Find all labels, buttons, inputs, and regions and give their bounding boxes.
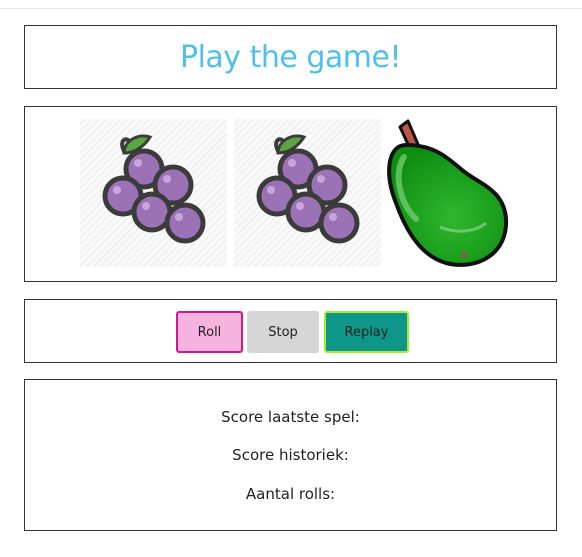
roll-button[interactable]: Roll — [176, 311, 243, 353]
controls-panel: Roll Stop Replay — [24, 299, 557, 363]
pear-icon — [387, 119, 509, 267]
roll-count: Aantal rolls: — [245, 485, 336, 503]
score-last-game: Score laatste spel: — [221, 408, 360, 426]
replay-button[interactable]: Replay — [324, 311, 409, 353]
page-title: Play the game! — [179, 39, 402, 75]
stop-button[interactable]: Stop — [247, 311, 319, 353]
reels-panel — [24, 106, 557, 282]
reel-3 — [382, 115, 512, 271]
top-divider — [0, 8, 582, 9]
grapes-icon — [102, 134, 206, 244]
reel-1 — [80, 119, 227, 267]
score-panel: Score laatste spel: Score historiek: Aan… — [24, 379, 557, 531]
reel-2 — [234, 119, 381, 267]
score-history: Score historiek: — [232, 446, 349, 464]
grapes-icon — [256, 134, 360, 244]
title-panel: Play the game! — [24, 25, 557, 89]
